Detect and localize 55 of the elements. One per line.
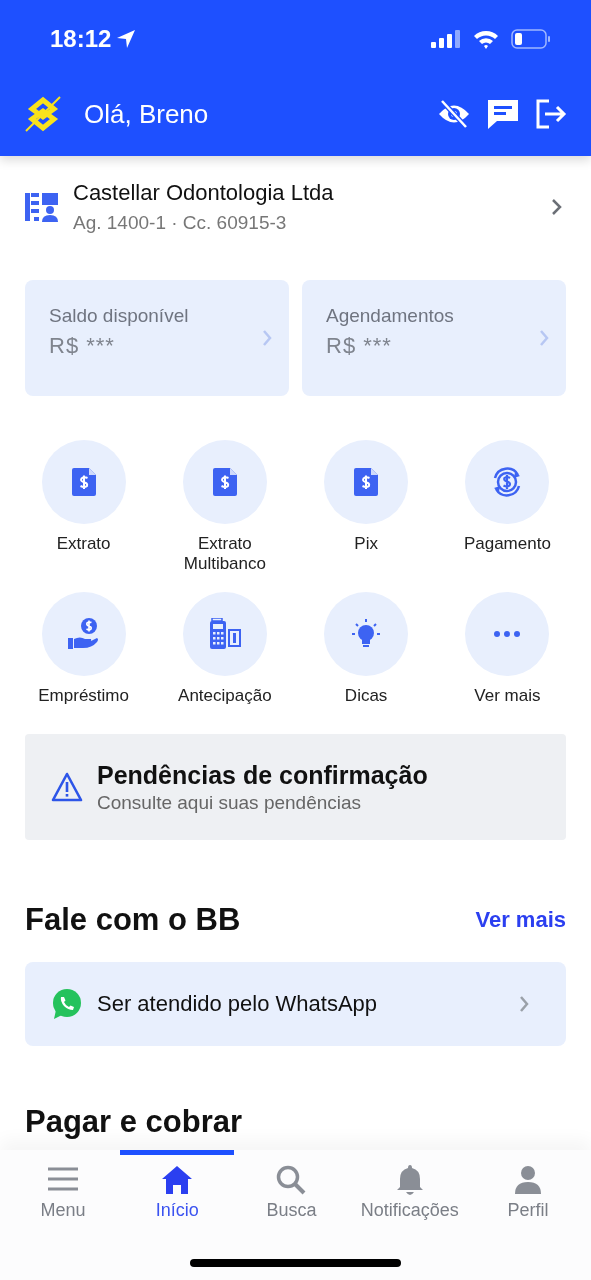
shortcut-label: Pagamento [462,534,552,555]
account-details: Ag. 1400-1 · Cc. 60915-3 [73,212,288,234]
home-icon [161,1164,194,1196]
hidden-eye-icon[interactable] [437,99,471,129]
account-selector[interactable]: Castellar Odontologia Ltda Ag. 1400-1 · Cc. 60915-3 [25,156,566,234]
see-more-link[interactable]: Ver mais [475,907,566,933]
shortcut-label: Pix [353,534,379,555]
warning-icon [51,772,83,802]
logout-icon[interactable] [535,99,567,129]
account-name: Castellar Odontologia Ltda [73,180,335,206]
chevron-right-icon [518,995,530,1013]
section-title: Pagar e cobrar [25,1104,244,1140]
chevron-right-icon [538,329,550,347]
shortcut-label: Dicas [343,686,389,707]
building-person-icon [25,191,59,223]
shortcut-label: Extrato Multibanco [182,534,267,574]
shortcut-label: Antecipação [177,686,273,707]
alert-title: Pendências de confirmação [97,760,428,790]
search-icon [275,1164,308,1196]
status-time: 18:12 [50,25,112,53]
location-arrow-icon [115,28,138,50]
bank-logo-icon [24,95,62,133]
whatsapp-icon [51,988,83,1020]
alert-subtitle: Consulte aqui suas pendências [97,791,363,814]
chevron-right-icon [261,329,273,347]
section-title: Fale com o BB [25,902,241,938]
card-terminal-icon [208,618,241,650]
hand-coin-icon [67,618,100,650]
nav-tab[interactable]: Perfil [470,1150,585,1225]
battery-icon [511,29,551,49]
wifi-icon [473,29,499,49]
shortcut-label: Empréstimo [37,686,130,707]
dollar-document-icon [354,468,379,496]
nav-tab[interactable]: Início [120,1150,235,1225]
shortcut-label: Ver mais [473,686,542,707]
chevron-right-icon [550,197,564,217]
balance-label: Saldo disponível [49,305,190,327]
whatsapp-label: Ser atendido pelo WhatsApp [97,991,379,1017]
whatsapp-card[interactable]: Ser atendido pelo WhatsApp [25,962,566,1046]
nav-tab[interactable]: Menu [6,1150,121,1225]
light-bulb-icon [350,618,383,650]
chat-icon[interactable] [487,98,519,130]
nav-tab[interactable]: Notificações [348,1150,471,1225]
greeting-text: Olá, Breno [84,98,210,130]
dollar-document-icon [212,468,237,496]
balance-card[interactable]: Saldo disponível R$ *** [25,280,289,396]
balance-value: R$ *** [49,333,116,359]
dollar-document-icon [71,468,96,496]
shortcut-label: Extrato [55,534,112,555]
balance-value: R$ *** [326,333,393,359]
balance-card[interactable]: Agendamentos R$ *** [302,280,566,396]
balance-label: Agendamentos [326,305,455,327]
nav-tab[interactable]: Busca [234,1150,349,1225]
alert-card[interactable]: Pendências de confirmação Consulte aqui suas pendências [25,734,566,840]
signal-icon [431,30,461,48]
